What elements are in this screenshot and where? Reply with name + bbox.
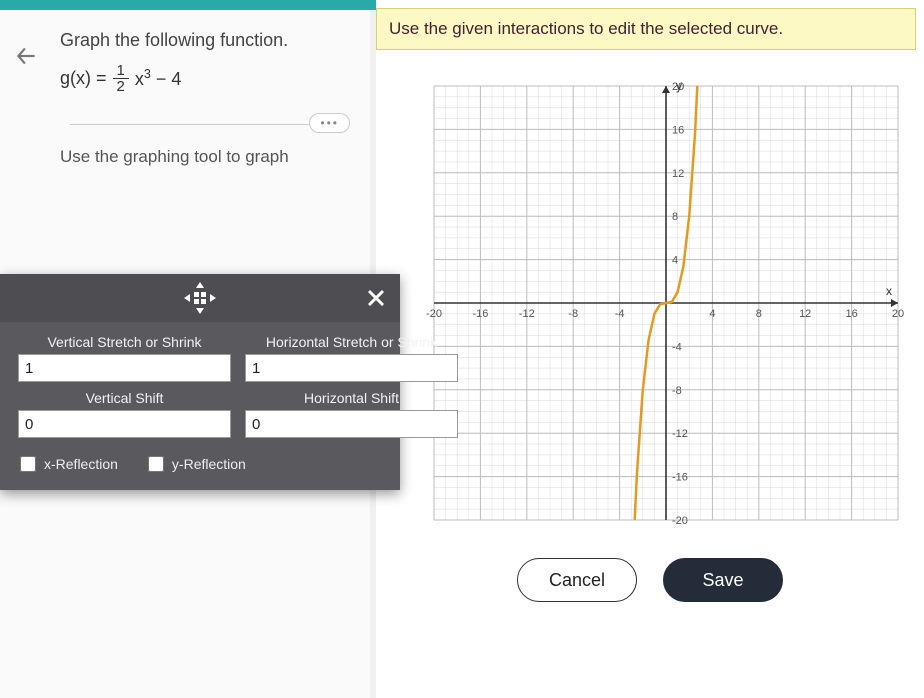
save-button[interactable]: Save xyxy=(663,558,783,602)
fn-prefix: g(x) = xyxy=(60,68,107,89)
svg-text:x: x xyxy=(886,284,892,298)
svg-text:-16: -16 xyxy=(472,308,488,320)
chart[interactable]: -20 -16 -12 -8 -4 4 8 12 16 20 -20 -16 -12 -8 -4 4 8 12 16… xyxy=(416,68,916,538)
close-button[interactable] xyxy=(360,282,392,314)
svg-text:-20: -20 xyxy=(426,308,442,320)
x-reflection-label: x-Reflection xyxy=(44,456,118,472)
graph-instruction: Graph the following function. xyxy=(60,30,370,51)
function-equation: g(x) = 1 2 x3 − 4 xyxy=(60,63,370,94)
panel-header[interactable] xyxy=(0,274,400,322)
svg-text:-4: -4 xyxy=(672,341,682,353)
tool-instruction: Use the graphing tool to graph xyxy=(60,147,370,167)
y-reflection-label: y-Reflection xyxy=(172,456,246,472)
h-stretch-label: Horizontal Stretch or Shrink xyxy=(245,330,458,350)
v-shift-input[interactable] xyxy=(18,410,231,438)
x-reflection-checkbox[interactable] xyxy=(20,456,36,472)
svg-text:4: 4 xyxy=(672,255,678,267)
svg-text:-12: -12 xyxy=(519,308,535,320)
svg-text:-8: -8 xyxy=(568,308,578,320)
back-arrow-icon xyxy=(13,43,39,69)
move-icon xyxy=(183,281,217,315)
svg-text:8: 8 xyxy=(672,211,678,223)
cancel-button[interactable]: Cancel xyxy=(517,558,637,602)
svg-text:16: 16 xyxy=(845,308,857,320)
v-stretch-label: Vertical Stretch or Shrink xyxy=(18,330,231,350)
close-icon xyxy=(367,289,385,307)
h-stretch-input[interactable] xyxy=(245,354,458,382)
svg-text:-12: -12 xyxy=(672,428,688,440)
hint-banner: Use the given interactions to edit the s… xyxy=(376,8,916,50)
fn-body: x3 − 4 xyxy=(135,67,182,90)
h-shift-input[interactable] xyxy=(245,410,458,438)
divider: ••• xyxy=(70,124,340,125)
svg-text:12: 12 xyxy=(799,308,811,320)
svg-text:-4: -4 xyxy=(615,308,625,320)
fraction-denominator: 2 xyxy=(113,79,129,94)
svg-text:-8: -8 xyxy=(672,385,682,397)
svg-text:12: 12 xyxy=(672,168,684,180)
y-reflection-checkbox[interactable] xyxy=(148,456,164,472)
svg-text:-20: -20 xyxy=(672,515,688,527)
x-reflection-wrapper[interactable]: x-Reflection xyxy=(20,456,118,472)
svg-text:y: y xyxy=(676,79,682,93)
transform-panel: Vertical Stretch or Shrink Horizontal St… xyxy=(0,274,400,490)
more-button[interactable]: ••• xyxy=(309,113,350,133)
svg-text:8: 8 xyxy=(756,308,762,320)
graph-area[interactable]: -20 -16 -12 -8 -4 4 8 12 16 20 -20 -16 -12 -8 -4 4 8 12 16… xyxy=(416,68,916,538)
h-shift-label: Horizontal Shift xyxy=(245,386,458,406)
svg-text:-16: -16 xyxy=(672,472,688,484)
v-stretch-input[interactable] xyxy=(18,354,231,382)
back-button[interactable] xyxy=(8,38,44,74)
y-reflection-wrapper[interactable]: y-Reflection xyxy=(148,456,246,472)
fraction: 1 2 xyxy=(113,63,129,94)
fraction-numerator: 1 xyxy=(113,63,129,79)
v-shift-label: Vertical Shift xyxy=(18,386,231,406)
svg-text:16: 16 xyxy=(672,124,684,136)
svg-text:20: 20 xyxy=(892,308,904,320)
svg-text:4: 4 xyxy=(709,308,715,320)
